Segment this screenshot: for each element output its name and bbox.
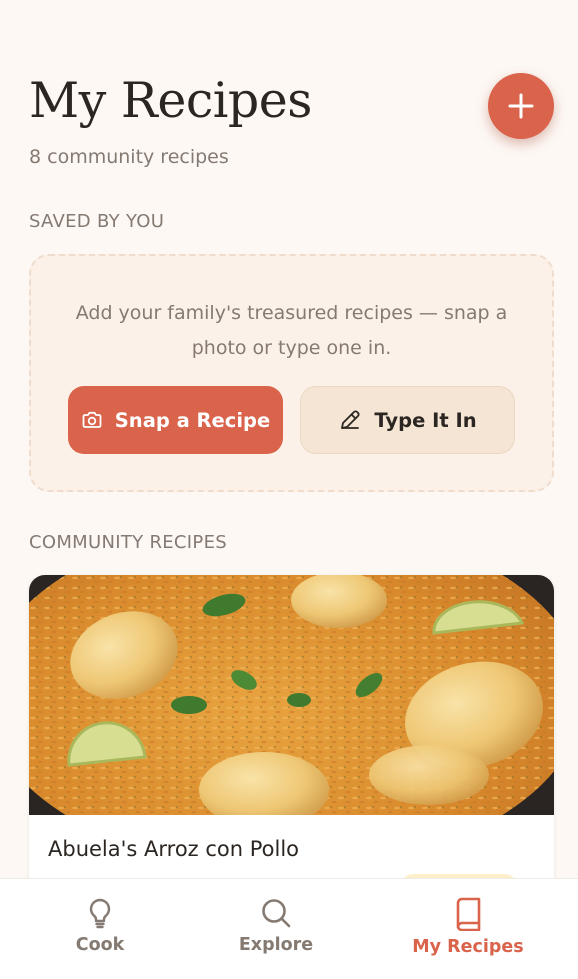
recipe-count: 8 community recipes bbox=[29, 146, 229, 168]
add-recipe-button[interactable] bbox=[488, 73, 554, 139]
type-recipe-label: Type It In bbox=[374, 408, 477, 432]
empty-state-text: Add your family's treasured recipes — sn… bbox=[75, 302, 508, 359]
camera-icon bbox=[82, 411, 102, 428]
nav-label-my-recipes: My Recipes bbox=[412, 937, 524, 957]
my-recipes-screen: My Recipes 8 community recipes SAVED BY … bbox=[0, 0, 578, 979]
nav-item-explore[interactable]: Explore bbox=[206, 897, 346, 955]
recipe-title: Abuela's Arroz con Pollo bbox=[48, 837, 300, 861]
page-title: My Recipes bbox=[29, 72, 312, 129]
saved-recipes-empty-state: Add your family's treasured recipes — sn… bbox=[29, 254, 554, 492]
book-icon bbox=[456, 897, 481, 931]
saved-section-label: SAVED BY YOU bbox=[29, 211, 165, 232]
nav-label-explore: Explore bbox=[238, 935, 314, 955]
snap-recipe-button[interactable]: Snap a Recipe bbox=[68, 386, 283, 454]
lightbulb-icon bbox=[89, 898, 111, 929]
snap-recipe-label: Snap a Recipe bbox=[114, 408, 271, 432]
recipe-photo bbox=[29, 575, 554, 815]
pencil-icon bbox=[341, 410, 360, 429]
recipe-card[interactable]: Abuela's Arroz con Pollo bbox=[29, 575, 554, 915]
search-icon bbox=[262, 899, 291, 928]
bottom-navigation: Cook Explore My Recipes bbox=[0, 878, 578, 979]
nav-item-cook[interactable]: Cook bbox=[30, 897, 170, 955]
type-recipe-button[interactable]: Type It In bbox=[300, 386, 515, 454]
community-section-label: COMMUNITY RECIPES bbox=[29, 532, 227, 553]
nav-item-my-recipes[interactable]: My Recipes bbox=[398, 897, 538, 957]
nav-label-cook: Cook bbox=[75, 935, 125, 955]
plus-icon bbox=[508, 93, 534, 119]
